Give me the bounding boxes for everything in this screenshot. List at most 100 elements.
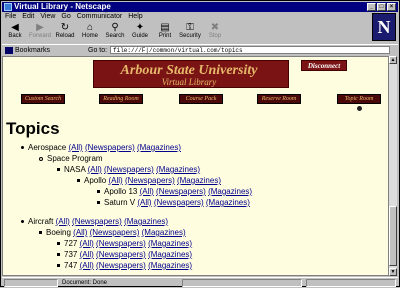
guide-button[interactable]: ✦ Guide: [129, 21, 151, 43]
stop-icon: ✖: [210, 22, 220, 33]
topic-link-magazines[interactable]: (Magazines): [137, 143, 181, 152]
goto-label: Go to:: [88, 47, 108, 54]
bullet-icon: [21, 146, 24, 150]
maximize-button[interactable]: □: [377, 3, 386, 11]
menu-file[interactable]: File: [5, 12, 16, 21]
home-icon: ⌂: [86, 22, 94, 33]
topic-link-all[interactable]: (All): [80, 250, 94, 259]
toolbar-label: Security: [179, 33, 201, 39]
topic-link-newspapers[interactable]: (Newspapers): [85, 143, 135, 152]
bullet-icon: [57, 264, 60, 268]
nav-reading-room[interactable]: Reading Room: [99, 94, 143, 104]
toolbar-label: Home: [81, 33, 98, 39]
menu-communicator[interactable]: Communicator: [77, 12, 123, 21]
topic-name: 747: [64, 261, 78, 270]
nav-reserve-room[interactable]: Reserve Room: [257, 94, 301, 104]
topic-link-all[interactable]: (All): [140, 187, 154, 196]
stop-button[interactable]: ✖ Stop: [204, 21, 226, 43]
scroll-up-arrow[interactable]: ▲: [389, 56, 397, 64]
window-title: Virtual Library - Netscape: [14, 2, 111, 11]
topic-link-all[interactable]: (All): [137, 198, 151, 207]
back-button[interactable]: ◀ Back: [4, 21, 26, 43]
back-arrow-icon: ◀: [11, 22, 19, 33]
topic-item: Apollo (All) (Newspapers) (Magazines): [77, 176, 221, 186]
topic-link-magazines[interactable]: (Magazines): [124, 217, 168, 226]
menu-view[interactable]: View: [40, 12, 55, 21]
browser-window: Virtual Library - Netscape _ □ × File Ed…: [0, 0, 400, 287]
topic-link-newspapers[interactable]: (Newspapers): [154, 198, 204, 207]
menu-go[interactable]: Go: [61, 12, 70, 21]
minimize-button[interactable]: _: [367, 3, 376, 11]
bullet-icon: [39, 231, 42, 235]
nav-course-pack[interactable]: Course Pack: [179, 94, 223, 104]
topic-name: 727: [64, 239, 78, 248]
print-button[interactable]: ▤ Print: [154, 21, 176, 43]
topic-link-all[interactable]: (All): [80, 239, 94, 248]
title-bar: Virtual Library - Netscape _ □ ×: [2, 2, 398, 12]
topic-link-magazines[interactable]: (Magazines): [156, 165, 200, 174]
bullet-icon: [77, 179, 80, 183]
topic-name: Apollo: [84, 176, 107, 185]
disconnect-button[interactable]: Disconnect: [301, 60, 347, 71]
bullet-icon: [97, 190, 100, 194]
topic-link-all[interactable]: (All): [80, 261, 94, 270]
topic-item: Saturn V (All) (Newspapers) (Magazines): [97, 198, 250, 208]
topic-link-newspapers[interactable]: (Newspapers): [96, 239, 146, 248]
topic-link-all[interactable]: (All): [73, 228, 87, 237]
topic-link-magazines[interactable]: (Magazines): [148, 250, 192, 259]
status-progress-box: [182, 279, 302, 287]
topic-link-all[interactable]: (All): [88, 165, 102, 174]
topic-link-magazines[interactable]: (Magazines): [206, 198, 250, 207]
topic-item: Space Program: [39, 154, 103, 164]
topic-link-all[interactable]: (All): [68, 143, 82, 152]
scroll-thumb[interactable]: [389, 206, 397, 266]
print-icon: ▤: [160, 22, 170, 33]
toolbar-label: Guide: [131, 33, 148, 39]
forward-button[interactable]: ▶ Forward: [29, 21, 51, 43]
reload-button[interactable]: ↻ Reload: [54, 21, 76, 43]
menu-edit[interactable]: Edit: [22, 12, 34, 21]
status-component-bar: [306, 279, 396, 287]
vertical-scrollbar[interactable]: ▲ ▼: [388, 56, 397, 276]
topic-link-newspapers[interactable]: (Newspapers): [90, 228, 140, 237]
netscape-app-icon: [4, 3, 12, 11]
nav-custom-search[interactable]: Custom Search: [21, 94, 65, 104]
banner-subtitle: Virtual Library: [161, 77, 217, 87]
topic-link-newspapers[interactable]: (Newspapers): [96, 250, 146, 259]
topic-item: Apollo 13 (All) (Newspapers) (Magazines): [97, 187, 252, 197]
toolbar-label: Stop: [208, 33, 222, 39]
current-section-indicator: [357, 106, 362, 111]
menu-bar: File Edit View Go Communicator Help: [2, 12, 375, 21]
topic-link-magazines[interactable]: (Magazines): [208, 187, 252, 196]
page-content: Arbour State University Virtual Library …: [2, 56, 390, 276]
topic-link-newspapers[interactable]: (Newspapers): [156, 187, 206, 196]
topic-link-magazines[interactable]: (Magazines): [142, 228, 186, 237]
menu-help[interactable]: Help: [128, 12, 142, 21]
topic-link-newspapers[interactable]: (Newspapers): [96, 261, 146, 270]
topic-name: Saturn V: [104, 198, 136, 207]
nav-topic-room[interactable]: Topic Room: [337, 94, 381, 104]
topic-link-newspapers[interactable]: (Newspapers): [125, 176, 175, 185]
status-security-box: [4, 279, 58, 287]
status-bar: Document: Done: [2, 277, 398, 288]
url-input[interactable]: file:///F|/common/virtual.com/topics: [110, 46, 390, 54]
topic-link-magazines[interactable]: (Magazines): [148, 239, 192, 248]
bookmarks-button[interactable]: Bookmarks: [5, 45, 50, 56]
topic-link-newspapers[interactable]: (Newspapers): [104, 165, 154, 174]
security-button[interactable]: ⚿ Security: [179, 21, 201, 43]
bullet-icon: [21, 220, 24, 224]
topic-link-magazines[interactable]: (Magazines): [177, 176, 221, 185]
topic-link-all[interactable]: (All): [56, 217, 70, 226]
search-button[interactable]: ⚲ Search: [104, 21, 126, 43]
bookmarks-icon: [5, 47, 13, 54]
topic-link-all[interactable]: (All): [108, 176, 122, 185]
topic-link-magazines[interactable]: (Magazines): [148, 261, 192, 270]
netscape-logo[interactable]: N: [372, 13, 396, 41]
close-button[interactable]: ×: [387, 3, 396, 11]
home-button[interactable]: ⌂ Home: [79, 21, 101, 43]
topic-name: Aerospace: [28, 143, 67, 152]
topic-link-newspapers[interactable]: (Newspapers): [72, 217, 122, 226]
reload-icon: ↻: [60, 22, 70, 33]
guide-icon: ✦: [135, 22, 145, 33]
scroll-down-arrow[interactable]: ▼: [389, 268, 397, 276]
